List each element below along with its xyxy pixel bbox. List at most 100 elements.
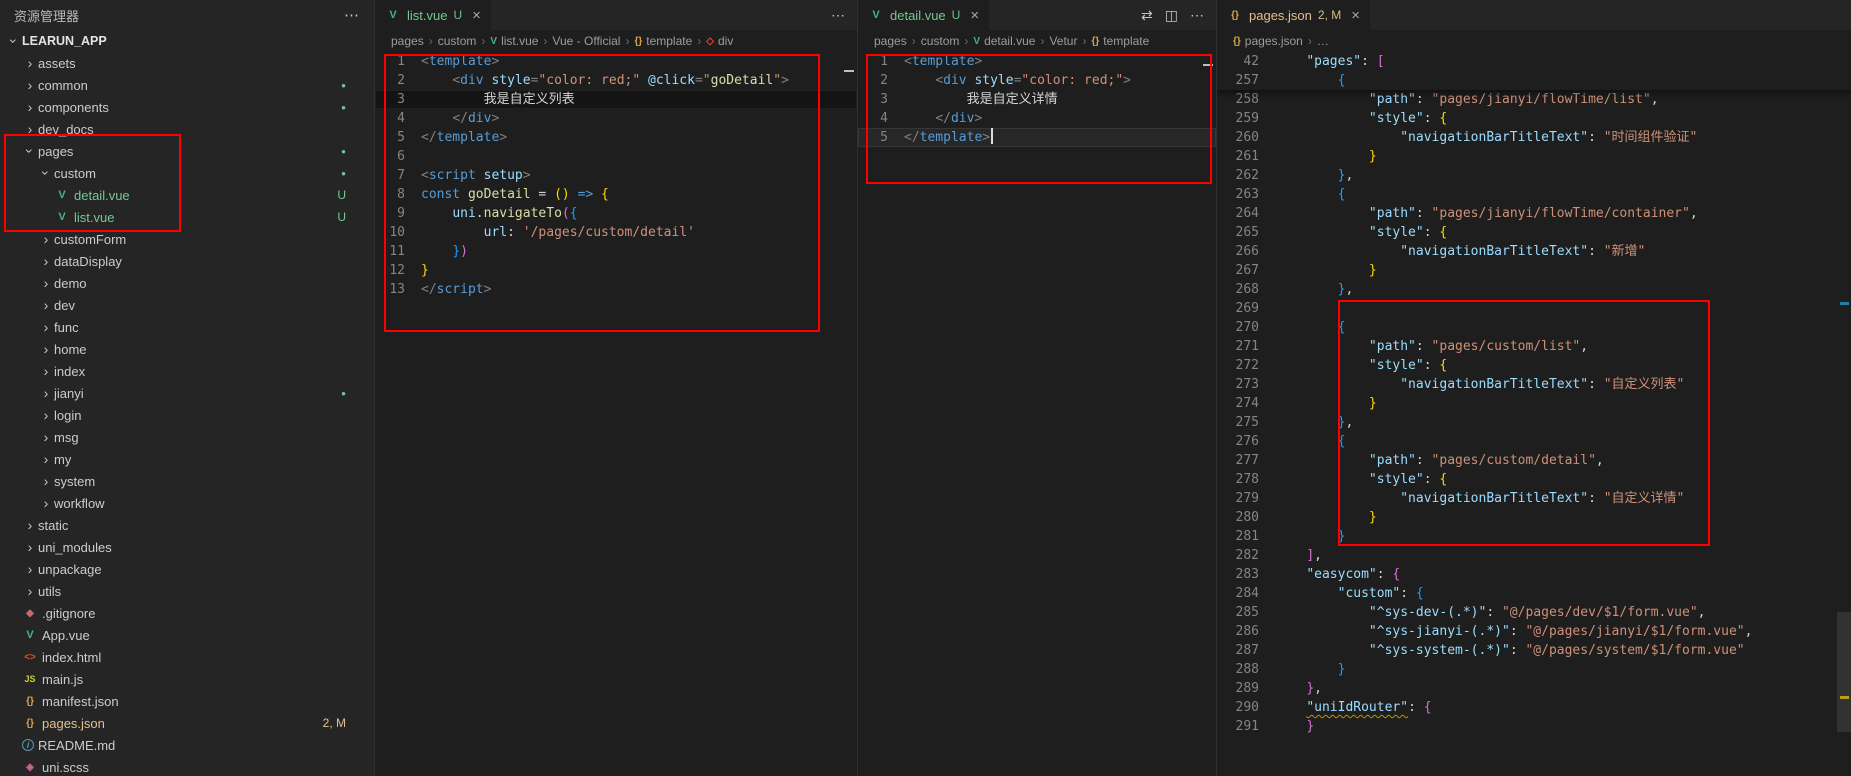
code-line-7[interactable]: 7<script setup> bbox=[375, 166, 857, 185]
scrollbar-thumb[interactable] bbox=[1837, 612, 1851, 732]
code-line-1[interactable]: 1<template> bbox=[858, 52, 1216, 71]
code-line-275[interactable]: 275 }, bbox=[1217, 413, 1851, 432]
breadcrumb-item-Vue - Official[interactable]: Vue - Official bbox=[552, 34, 620, 48]
tree-file-detail.vue[interactable]: Vdetail.vueU bbox=[0, 184, 374, 206]
code-line-283[interactable]: 283 "easycom": { bbox=[1217, 565, 1851, 584]
tree-folder-custom[interactable]: ›custom● bbox=[0, 162, 374, 184]
tree-folder-index[interactable]: ›index bbox=[0, 360, 374, 382]
more-actions-icon[interactable]: ⋯ bbox=[1190, 7, 1204, 24]
tree-folder-jianyi[interactable]: ›jianyi● bbox=[0, 382, 374, 404]
tree-folder-common[interactable]: ›common● bbox=[0, 74, 374, 96]
tree-file-App.vue[interactable]: VApp.vue bbox=[0, 624, 374, 646]
tree-folder-login[interactable]: ›login bbox=[0, 404, 374, 426]
tree-folder-components[interactable]: ›components● bbox=[0, 96, 374, 118]
tree-folder-pages[interactable]: ›pages● bbox=[0, 140, 374, 162]
close-icon[interactable]: × bbox=[970, 7, 979, 24]
code-line-264[interactable]: 264 "path": "pages/jianyi/flowTime/conta… bbox=[1217, 204, 1851, 223]
code-line-263[interactable]: 263 { bbox=[1217, 185, 1851, 204]
more-actions-icon[interactable]: ⋯ bbox=[831, 7, 845, 24]
open-changes-icon[interactable]: ⇄ bbox=[1141, 7, 1153, 24]
breadcrumb-item-pages[interactable]: pages bbox=[874, 34, 907, 48]
code-line-5[interactable]: 5</template> bbox=[375, 128, 857, 147]
code-line-272[interactable]: 272 "style": { bbox=[1217, 356, 1851, 375]
code-line-285[interactable]: 285 "^sys-dev-(.*)": "@/pages/dev/$1/for… bbox=[1217, 603, 1851, 622]
tree-folder-demo[interactable]: ›demo bbox=[0, 272, 374, 294]
code-line-3[interactable]: 3 我是自定义详情 bbox=[858, 90, 1216, 109]
tab-list.vue[interactable]: Vlist.vueU× bbox=[375, 0, 492, 30]
breadcrumb-item-list.vue[interactable]: Vlist.vue bbox=[490, 34, 538, 48]
tree-folder-dataDisplay[interactable]: ›dataDisplay bbox=[0, 250, 374, 272]
breadcrumb-item-custom[interactable]: custom bbox=[921, 34, 960, 48]
minimap-selection-mark[interactable] bbox=[1203, 64, 1213, 66]
code-line-261[interactable]: 261 } bbox=[1217, 147, 1851, 166]
tree-folder-func[interactable]: ›func bbox=[0, 316, 374, 338]
code-line-11[interactable]: 11 }) bbox=[375, 242, 857, 261]
more-actions-icon[interactable]: ⋯ bbox=[344, 6, 360, 24]
code-line-278[interactable]: 278 "style": { bbox=[1217, 470, 1851, 489]
code-line-291[interactable]: 291 } bbox=[1217, 717, 1851, 736]
tree-folder-assets[interactable]: ›assets bbox=[0, 52, 374, 74]
code-line-4[interactable]: 4 </div> bbox=[375, 109, 857, 128]
breadcrumb-item-pages.json[interactable]: {}pages.json bbox=[1233, 34, 1303, 48]
code-line-273[interactable]: 273 "navigationBarTitleText": "自定义列表" bbox=[1217, 375, 1851, 394]
code-line-12[interactable]: 12} bbox=[375, 261, 857, 280]
code-line-13[interactable]: 13</script> bbox=[375, 280, 857, 299]
tree-folder-msg[interactable]: ›msg bbox=[0, 426, 374, 448]
breadcrumb-item-pages[interactable]: pages bbox=[391, 34, 424, 48]
tree-folder-utils[interactable]: ›utils bbox=[0, 580, 374, 602]
code-line-260[interactable]: 260 "navigationBarTitleText": "时间组件验证" bbox=[1217, 128, 1851, 147]
tree-folder-dev_docs[interactable]: ›dev_docs bbox=[0, 118, 374, 140]
code-line-258[interactable]: 258 "path": "pages/jianyi/flowTime/list"… bbox=[1217, 90, 1851, 109]
close-icon[interactable]: × bbox=[1351, 7, 1360, 24]
code-editor-detail.vue[interactable]: 1<template>2 <div style="color: red;">3 … bbox=[858, 52, 1216, 776]
breadcrumb-item-custom[interactable]: custom bbox=[438, 34, 477, 48]
code-editor-list.vue[interactable]: 1<template>2 <div style="color: red;" @c… bbox=[375, 52, 857, 776]
tree-file-index.html[interactable]: <>index.html bbox=[0, 646, 374, 668]
tree-folder-static[interactable]: ›static bbox=[0, 514, 374, 536]
code-line-3[interactable]: 3 我是自定义列表 bbox=[375, 90, 857, 109]
code-line-10[interactable]: 10 url: '/pages/custom/detail' bbox=[375, 223, 857, 242]
code-line-1[interactable]: 1<template> bbox=[375, 52, 857, 71]
close-icon[interactable]: × bbox=[472, 7, 481, 24]
code-line-262[interactable]: 262 }, bbox=[1217, 166, 1851, 185]
tree-file-list.vue[interactable]: Vlist.vueU bbox=[0, 206, 374, 228]
tree-folder-workflow[interactable]: ›workflow bbox=[0, 492, 374, 514]
tree-file-.gitignore[interactable]: ◆.gitignore bbox=[0, 602, 374, 624]
overview-ruler[interactable] bbox=[1837, 52, 1851, 776]
breadcrumb-item-template[interactable]: {}template bbox=[634, 34, 692, 48]
tab-detail.vue[interactable]: Vdetail.vueU× bbox=[858, 0, 990, 30]
code-line-8[interactable]: 8const goDetail = () => { bbox=[375, 185, 857, 204]
code-line-280[interactable]: 280 } bbox=[1217, 508, 1851, 527]
code-line-287[interactable]: 287 "^sys-system-(.*)": "@/pages/system/… bbox=[1217, 641, 1851, 660]
code-line-269[interactable]: 269 bbox=[1217, 299, 1851, 318]
split-editor-icon[interactable]: ◫ bbox=[1165, 7, 1178, 24]
code-line-288[interactable]: 288 } bbox=[1217, 660, 1851, 679]
breadcrumb-item-Vetur[interactable]: Vetur bbox=[1049, 34, 1077, 48]
code-line-286[interactable]: 286 "^sys-jianyi-(.*)": "@/pages/jianyi/… bbox=[1217, 622, 1851, 641]
breadcrumb-item-detail.vue[interactable]: Vdetail.vue bbox=[973, 34, 1035, 48]
tree-file-manifest.json[interactable]: {}manifest.json bbox=[0, 690, 374, 712]
code-line-270[interactable]: 270 { bbox=[1217, 318, 1851, 337]
code-line-2[interactable]: 2 <div style="color: red;"> bbox=[858, 71, 1216, 90]
code-line-279[interactable]: 279 "navigationBarTitleText": "自定义详情" bbox=[1217, 489, 1851, 508]
tree-file-pages.json[interactable]: {}pages.json2, M bbox=[0, 712, 374, 734]
tab-pages.json[interactable]: {}pages.json2, M× bbox=[1217, 0, 1371, 30]
code-line-265[interactable]: 265 "style": { bbox=[1217, 223, 1851, 242]
code-line-9[interactable]: 9 uni.navigateTo({ bbox=[375, 204, 857, 223]
tree-folder-LEARUN_APP[interactable]: ›LEARUN_APP bbox=[0, 30, 374, 52]
code-line-277[interactable]: 277 "path": "pages/custom/detail", bbox=[1217, 451, 1851, 470]
code-editor-pages.json[interactable]: 42 "pages": [257 {258 "path": "pages/jia… bbox=[1217, 52, 1851, 776]
breadcrumb-item-…[interactable]: … bbox=[1317, 34, 1329, 48]
tree-folder-home[interactable]: ›home bbox=[0, 338, 374, 360]
tree-folder-customForm[interactable]: ›customForm bbox=[0, 228, 374, 250]
tree-folder-dev[interactable]: ›dev bbox=[0, 294, 374, 316]
code-line-4[interactable]: 4 </div> bbox=[858, 109, 1216, 128]
code-line-281[interactable]: 281 } bbox=[1217, 527, 1851, 546]
code-line-267[interactable]: 267 } bbox=[1217, 261, 1851, 280]
tree-folder-uni_modules[interactable]: ›uni_modules bbox=[0, 536, 374, 558]
code-line-284[interactable]: 284 "custom": { bbox=[1217, 584, 1851, 603]
code-line-276[interactable]: 276 { bbox=[1217, 432, 1851, 451]
breadcrumb-item-template[interactable]: {}template bbox=[1091, 34, 1149, 48]
tree-file-README.md[interactable]: iREADME.md bbox=[0, 734, 374, 756]
tree-file-uni.scss[interactable]: ◈uni.scss bbox=[0, 756, 374, 776]
